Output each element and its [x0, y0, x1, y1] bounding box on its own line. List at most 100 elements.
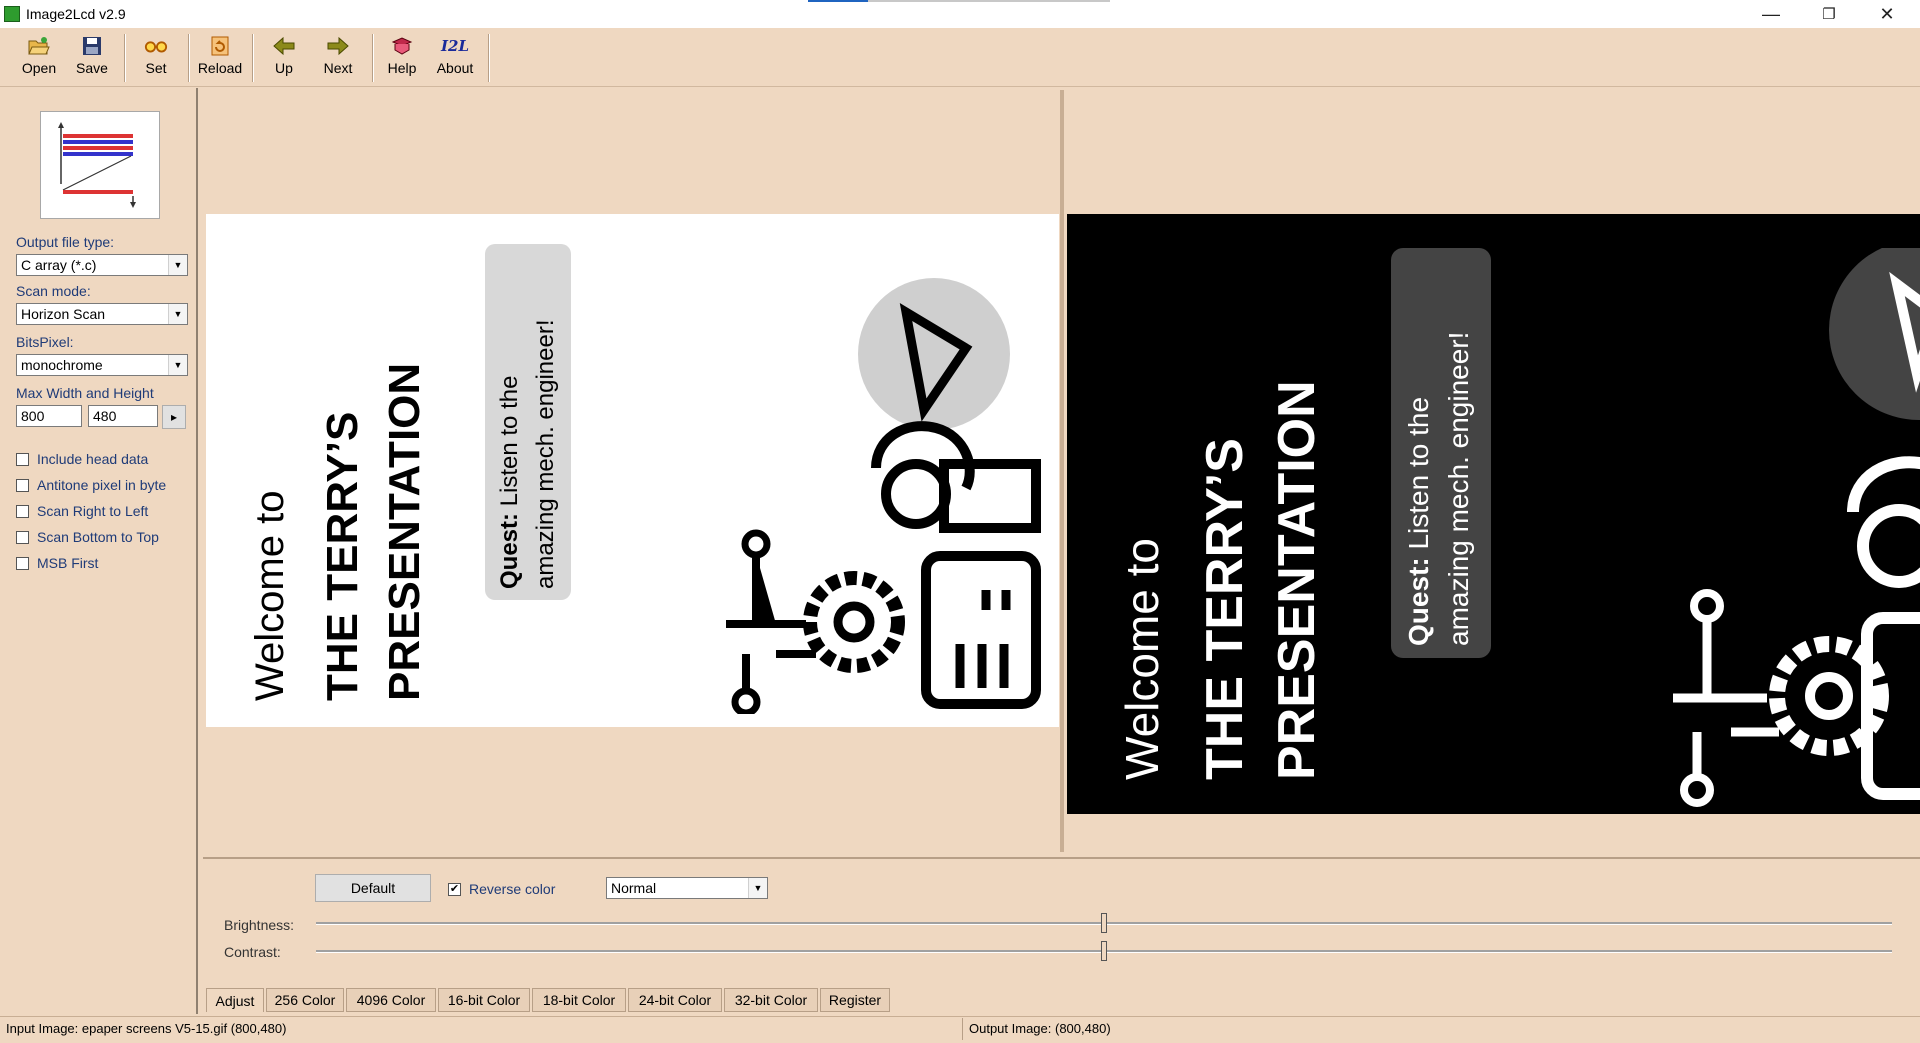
scan-right-to-left-checkbox[interactable]: Scan Right to Left — [16, 503, 148, 519]
status-divider — [962, 1018, 963, 1040]
brightness-label: Brightness: — [224, 917, 295, 933]
help-icon — [390, 34, 414, 58]
tab-18-bit-color[interactable]: 18-bit Color — [532, 988, 626, 1012]
arrow-left-icon — [272, 34, 296, 58]
checkbox-box[interactable] — [16, 478, 29, 492]
include-head-data-checkbox[interactable]: Include head data — [16, 451, 148, 467]
tab-register[interactable]: Register — [820, 988, 890, 1012]
set-button[interactable]: Set — [134, 34, 178, 82]
quest-rest-output: Listen to the — [1403, 396, 1434, 558]
play-arrow-icon: ▸ — [170, 410, 178, 424]
title-line2-output: PRESENTATION — [1268, 380, 1326, 780]
next-button[interactable]: Next — [316, 34, 360, 82]
help-button[interactable]: Help — [380, 34, 424, 82]
save-button[interactable]: Save — [72, 34, 112, 82]
up-label: Up — [275, 60, 293, 76]
welcome-text: Welcome to — [248, 490, 292, 701]
max-width-input[interactable]: 800 — [16, 405, 82, 427]
color-mode-value: Normal — [611, 880, 657, 896]
minimize-icon: — — [1762, 3, 1780, 24]
title-line2: PRESENTATION — [380, 362, 429, 701]
toolbar-separator — [188, 34, 190, 82]
tab-32-bit-color[interactable]: 32-bit Color — [724, 988, 818, 1012]
color-mode-select[interactable]: Normal ▼ — [606, 877, 768, 899]
about-button[interactable]: I2L About — [430, 34, 480, 82]
status-output-image: Output Image: (800,480) — [969, 1021, 1111, 1036]
checkbox-box[interactable] — [16, 452, 29, 466]
contrast-label: Contrast: — [224, 944, 281, 960]
output-file-type-label: Output file type: — [16, 234, 115, 250]
checkbox-box[interactable]: ✔ — [448, 882, 461, 896]
close-icon: ✕ — [1879, 3, 1895, 24]
scan-mode-value: Horizon Scan — [21, 306, 106, 322]
restore-button[interactable]: ❐ — [1800, 0, 1858, 28]
title-line1-output: THE TERRY’S — [1196, 438, 1254, 780]
output-file-type-select[interactable]: C array (*.c) ▼ — [16, 254, 188, 276]
chevron-down-icon: ▼ — [168, 355, 187, 375]
up-button[interactable]: Up — [262, 34, 306, 82]
title-line1: THE TERRY’S — [318, 411, 367, 701]
tab-256-color[interactable]: 256 Color — [266, 988, 344, 1012]
reload-icon — [208, 34, 232, 58]
input-image: Welcome to THE TERRY’S PRESENTATION Ques… — [206, 214, 1059, 727]
folder-open-icon — [27, 34, 51, 58]
tab-24-bit-color[interactable]: 24-bit Color — [628, 988, 722, 1012]
about-label: About — [436, 60, 474, 76]
msb-first-checkbox[interactable]: MSB First — [16, 555, 98, 571]
status-input-image: Input Image: epaper screens V5-15.gif (8… — [6, 1021, 287, 1036]
toolbar-separator — [372, 34, 374, 82]
welcome-text-output: Welcome to — [1116, 537, 1168, 780]
contrast-slider-thumb[interactable] — [1101, 941, 1107, 961]
brightness-slider-thumb[interactable] — [1101, 913, 1107, 933]
engineer-illustration-output — [1673, 248, 1920, 807]
tab-4096-color[interactable]: 4096 Color — [346, 988, 436, 1012]
chevron-down-icon: ▼ — [748, 878, 767, 898]
arrow-right-icon — [326, 34, 350, 58]
scan-mode-select[interactable]: Horizon Scan ▼ — [16, 303, 188, 325]
tab-adjust[interactable]: Adjust — [206, 988, 264, 1012]
scan-right-to-left-label: Scan Right to Left — [37, 503, 149, 519]
toolbar-separator — [488, 34, 490, 82]
settings-panel — [0, 88, 198, 1014]
checkbox-box[interactable] — [16, 530, 29, 544]
help-label: Help — [387, 60, 417, 76]
engineer-illustration — [726, 278, 1041, 714]
include-head-data-label: Include head data — [37, 451, 149, 467]
save-label: Save — [76, 60, 108, 76]
quest-line1-output: Quest: Listen to the — [1403, 397, 1435, 646]
antitone-pixel-checkbox[interactable]: Antitone pixel in byte — [16, 477, 166, 493]
status-bar — [0, 1016, 1920, 1043]
reverse-color-checkbox[interactable]: ✔ Reverse color — [448, 881, 555, 897]
antitone-pixel-label: Antitone pixel in byte — [37, 477, 167, 493]
output-file-type-value: C array (*.c) — [21, 257, 97, 273]
bits-pixel-select[interactable]: monochrome ▼ — [16, 354, 188, 376]
scan-direction-preview — [40, 111, 160, 219]
chevron-down-icon: ▼ — [168, 255, 187, 275]
scan-bottom-to-top-checkbox[interactable]: Scan Bottom to Top — [16, 529, 159, 545]
apply-size-button[interactable]: ▸ — [162, 405, 186, 429]
title-bar — [0, 0, 1920, 28]
checkbox-box[interactable] — [16, 556, 29, 570]
quest-rest: Listen to the — [496, 375, 523, 513]
i2l-logo-icon: I2L — [440, 37, 469, 55]
quest-bold: Quest: — [496, 512, 523, 589]
checkbox-box[interactable] — [16, 504, 29, 518]
minimize-button[interactable]: — — [1742, 0, 1800, 28]
chevron-down-icon: ▼ — [168, 304, 187, 324]
max-height-input[interactable]: 480 — [88, 405, 158, 427]
reload-button[interactable]: Reload — [196, 34, 244, 82]
scan-mode-label: Scan mode: — [16, 283, 91, 299]
default-button[interactable]: Default — [315, 874, 431, 902]
open-button[interactable]: Open — [16, 34, 62, 82]
quest-line2: amazing mech. engineer! — [532, 319, 559, 589]
app-icon — [4, 6, 20, 22]
adjust-panel — [203, 857, 1920, 985]
focus-indicator-track — [868, 0, 1110, 2]
tab-16-bit-color[interactable]: 16-bit Color — [438, 988, 530, 1012]
close-button[interactable]: ✕ — [1858, 0, 1916, 28]
reload-label: Reload — [197, 60, 243, 76]
output-image: Welcome to THE TERRY’S PRESENTATION Ques… — [1067, 214, 1920, 814]
msb-first-label: MSB First — [37, 555, 99, 571]
toolbar-separator — [252, 34, 254, 82]
quest-bold-output: Quest: — [1403, 557, 1434, 646]
